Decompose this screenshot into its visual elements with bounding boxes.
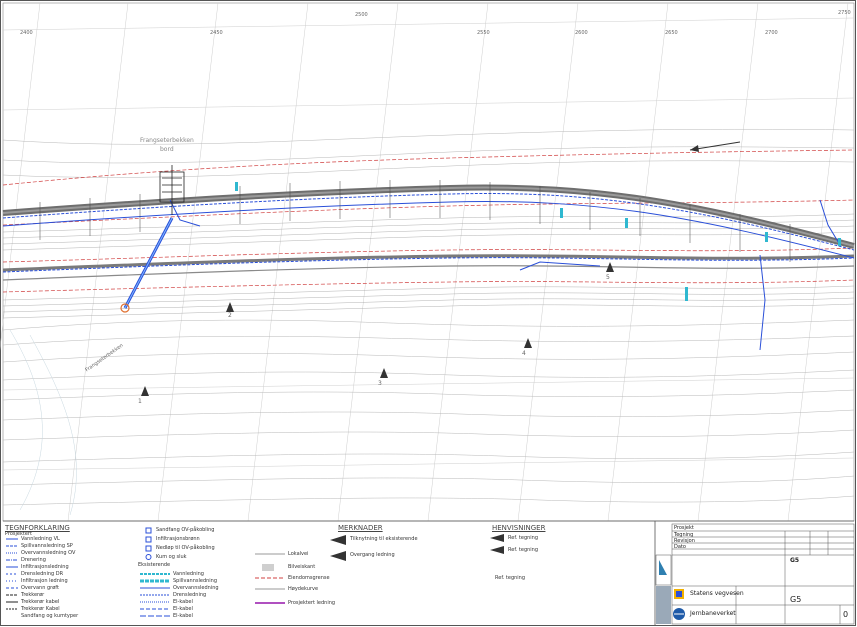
legend-item: Drensledning DR [21, 571, 64, 577]
legend-item: Drenering [21, 557, 46, 563]
legend-item: Trekkerør Kabel [21, 606, 60, 612]
legend-item: Spillvannsledning [173, 578, 218, 584]
reference-item: Ref. tegning [508, 535, 539, 541]
titleblock-row: Dato [674, 544, 686, 550]
grid-tick-4: 2550 [477, 30, 490, 36]
legend-item: Lokalvei [288, 551, 309, 557]
legend-item: Eiendomsgrense [288, 575, 330, 581]
note-item: Overgang ledning [350, 552, 395, 558]
drawing-sheet [0, 0, 856, 626]
references-heading: HENVISNINGER [492, 524, 546, 532]
legend-item: Bilveiskant [288, 564, 316, 570]
grid-tick-1: 2400 [20, 30, 33, 36]
org-statens-vegvesen: Statens vegvesen [690, 590, 744, 597]
legend-item: Kum og sluk [156, 554, 187, 560]
jernbaneverket-logo [673, 608, 685, 620]
legend-item: Overvannsledning OV [21, 550, 76, 556]
grid-tick-5: 2600 [575, 30, 588, 36]
stream-sub-label: bord [160, 146, 174, 153]
legend-item: Spillvannsledning SP [21, 543, 73, 549]
legend-item: Trekkerør kabel [21, 599, 60, 605]
legend-item: Prosjektert ledning [288, 600, 336, 606]
reference-footer: Ref. tegning [495, 575, 526, 581]
grid-tick-3: 2500 [355, 12, 368, 18]
notes-heading: MERKNADER [338, 524, 383, 532]
legend-item: Infiltrasjon ledning [21, 578, 68, 584]
grid-tick-6: 2650 [665, 30, 678, 36]
grid-tick-2: 2450 [210, 30, 223, 36]
legend-item: Trekkerør [21, 592, 45, 598]
legend-item: Infiltrasjonsledning [21, 564, 69, 570]
legend-item: Overvann grøft [21, 585, 59, 591]
note-item: Tilknytning til eksisterende [350, 536, 418, 542]
km-mark-4: 4 [522, 350, 526, 357]
reference-item: Ref. tegning [508, 547, 539, 553]
legend-item: Vannledning [173, 571, 204, 577]
km-mark-5: 5 [606, 274, 610, 281]
km-mark-1: 1 [138, 398, 142, 405]
legend-item: Infiltrasjonsbrønn [156, 536, 200, 542]
legend-item: Sandfang og kumtyper [21, 613, 79, 619]
legend-item: El-kabel [173, 599, 193, 605]
consultant-logo [655, 554, 672, 624]
legend-item: Nedløp til OV-påkobling [156, 545, 215, 551]
revision-number: 0 [843, 610, 849, 619]
km-mark-3: 3 [378, 380, 382, 387]
stream-name-label: Frangseterbekken [140, 137, 194, 144]
project-title: Prosjekt [674, 525, 694, 531]
legend-item: El-kabel [173, 606, 193, 612]
drawing-number: G5 [790, 557, 800, 564]
legend-item: Høydekurve [288, 586, 319, 592]
org-jernbaneverket: Jernbaneverket [690, 610, 736, 617]
legend-subheading-existing: Eksisterende [138, 562, 171, 568]
grid-tick-8: 2750 [838, 10, 851, 16]
sheet-number: G5 [790, 595, 802, 604]
km-mark-2: 2 [228, 312, 232, 319]
legend-item: Overvannsledning [173, 585, 219, 591]
legend-item: Vannledning VL [21, 536, 60, 542]
legend-item: Sandfang OV-påkobling [156, 527, 215, 533]
grid-tick-7: 2700 [765, 30, 778, 36]
legend-item: El-kabel [173, 613, 193, 619]
statens-vegvesen-logo [674, 589, 684, 599]
sheet-border [0, 0, 856, 626]
legend-item: Drensledning [173, 592, 207, 598]
